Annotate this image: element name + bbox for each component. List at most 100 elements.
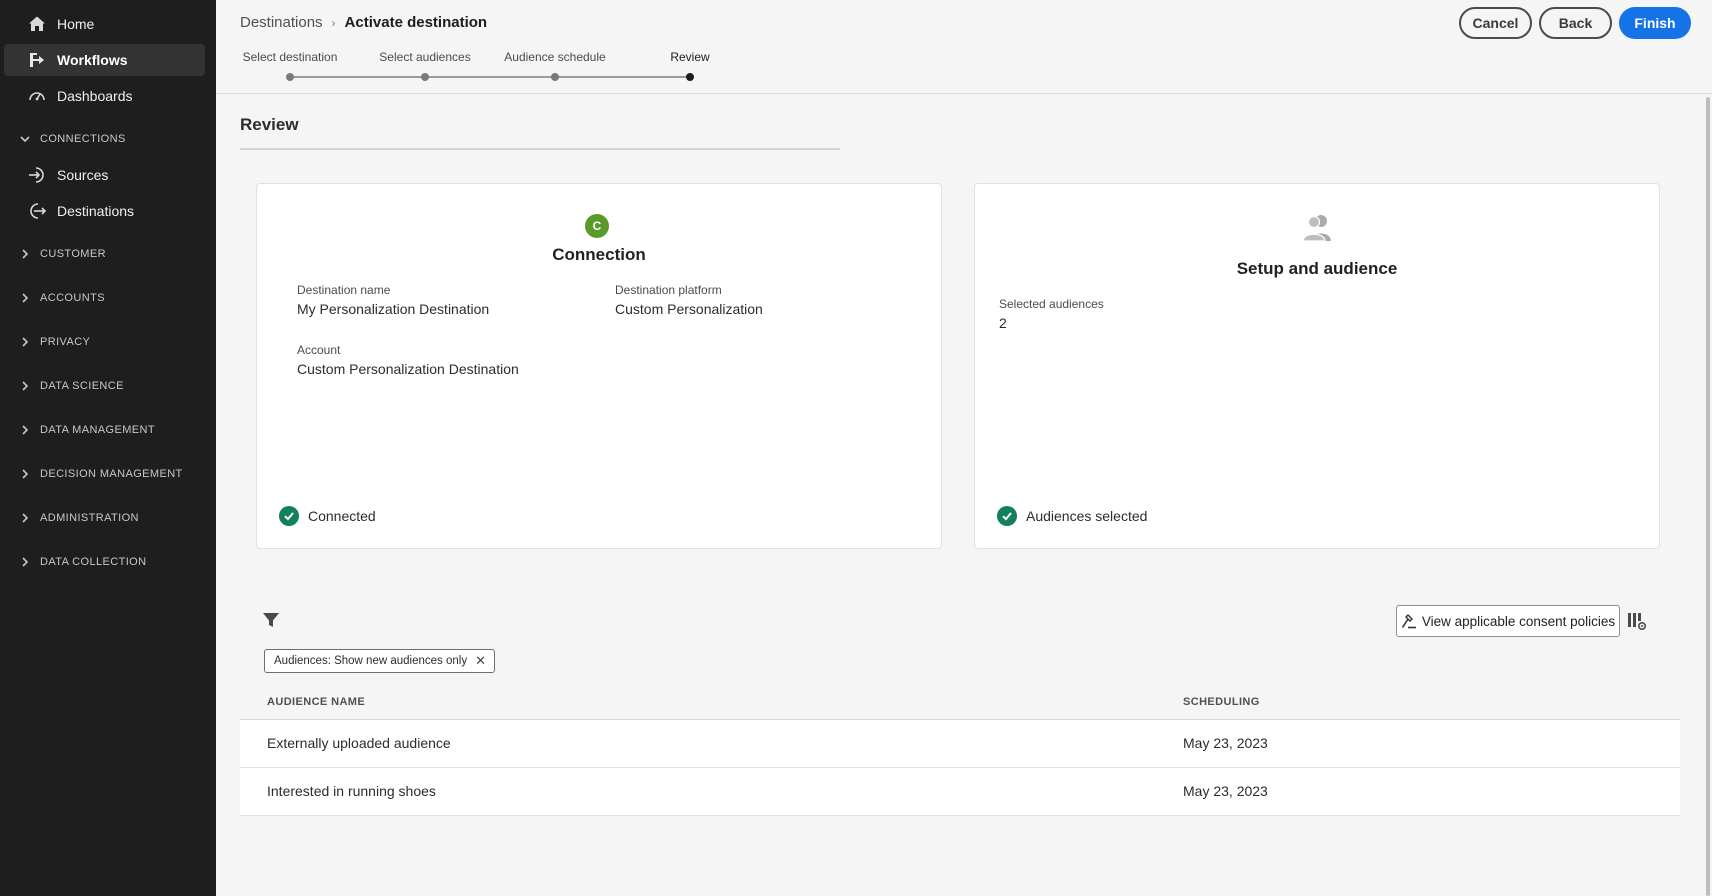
table-header: AUDIENCE NAME SCHEDULING — [240, 688, 1680, 720]
selected-audiences-value: 2 — [999, 315, 1007, 331]
connection-status: Connected — [279, 506, 376, 526]
account-value: Custom Personalization Destination — [297, 361, 519, 377]
section-title: Review — [240, 115, 299, 134]
sidebar-section-label: DECISION MANAGEMENT — [40, 468, 183, 480]
sidebar-section-privacy[interactable]: PRIVACY — [18, 332, 90, 352]
sidebar-item-dashboards[interactable]: Dashboards — [4, 80, 205, 112]
destination-name-label: Destination name — [297, 283, 391, 297]
sidebar-section-label: DATA COLLECTION — [40, 556, 147, 568]
destination-platform-value: Custom Personalization — [615, 301, 763, 317]
status-text: Audiences selected — [1026, 508, 1148, 524]
vertical-scrollbar[interactable] — [1705, 97, 1711, 896]
consent-button-label: View applicable consent policies — [1421, 613, 1616, 629]
sidebar-section-data-science[interactable]: DATA SCIENCE — [18, 376, 124, 396]
status-text: Connected — [308, 508, 376, 524]
sidebar-section-label: CUSTOMER — [40, 248, 106, 260]
checkmark-circle-icon — [997, 506, 1017, 526]
card-title: Connection — [552, 245, 646, 264]
audience-name-cell: Externally uploaded audience — [267, 735, 451, 751]
sidebar-section-connections[interactable]: CONNECTIONS — [18, 129, 126, 149]
sidebar-item-sources[interactable]: Sources — [4, 159, 205, 191]
scrollbar-thumb[interactable] — [1706, 97, 1710, 896]
sidebar-item-label: Home — [57, 16, 95, 32]
filter-icon[interactable] — [262, 611, 282, 631]
workflow-header: Destinations › Activate destination Canc… — [216, 0, 1712, 94]
sidebar-item-label: Destinations — [57, 203, 135, 219]
table-row[interactable]: Externally uploaded audience May 23, 202… — [240, 720, 1680, 768]
step-label-review: Review — [670, 50, 710, 64]
column-header-audience-name[interactable]: AUDIENCE NAME — [267, 696, 365, 708]
destination-logo-badge: C — [585, 214, 609, 238]
step-label-select-destination: Select destination — [242, 50, 338, 64]
sidebar-item-home[interactable]: Home — [4, 8, 205, 40]
main-content: Destinations › Activate destination Canc… — [216, 0, 1712, 896]
chevron-right-icon: › — [331, 15, 336, 30]
sidebar-section-accounts[interactable]: ACCOUNTS — [18, 288, 105, 308]
scheduling-cell: May 23, 2023 — [1183, 735, 1268, 751]
sidebar-item-label: Sources — [57, 167, 109, 183]
chevron-right-icon — [18, 379, 32, 393]
finish-button[interactable]: Finish — [1619, 7, 1691, 39]
divider — [240, 148, 840, 150]
connection-card: C Connection Destination name My Persona… — [256, 183, 942, 549]
sidebar-section-customer[interactable]: CUSTOMER — [18, 244, 106, 264]
sidebar-section-administration[interactable]: ADMINISTRATION — [18, 508, 139, 528]
chevron-down-icon — [18, 132, 32, 146]
sidebar-section-decision-management[interactable]: DECISION MANAGEMENT — [18, 464, 183, 484]
sidebar-item-workflows[interactable]: Workflows — [4, 44, 205, 76]
step-dot-current — [686, 73, 694, 81]
filter-chip[interactable]: Audiences: Show new audiences only ✕ — [264, 649, 495, 673]
column-header-scheduling[interactable]: SCHEDULING — [1183, 696, 1260, 708]
sidebar-section-label: DATA MANAGEMENT — [40, 424, 155, 436]
sidebar-item-label: Workflows — [57, 52, 128, 68]
page-title: Activate destination — [344, 14, 488, 31]
breadcrumb: Destinations › Activate destination — [240, 14, 487, 31]
users-icon — [1301, 213, 1335, 243]
workflow-icon — [27, 50, 47, 70]
stepper-track — [290, 76, 690, 78]
setup-audience-card: Setup and audience Selected audiences 2 … — [974, 183, 1660, 549]
table-row[interactable]: Interested in running shoes May 23, 2023 — [240, 768, 1680, 816]
dashboard-icon — [27, 86, 47, 106]
sidebar-item-destinations[interactable]: Destinations — [4, 195, 205, 227]
card-title: Setup and audience — [1236, 259, 1398, 278]
sidebar-section-data-collection[interactable]: DATA COLLECTION — [18, 552, 146, 572]
step-dot-completed[interactable] — [551, 73, 559, 81]
sidebar-section-label: ADMINISTRATION — [40, 512, 139, 524]
sidebar-section-label: ACCOUNTS — [40, 292, 105, 304]
destinations-icon — [27, 201, 47, 221]
destination-platform-label: Destination platform — [615, 283, 722, 297]
audiences-status: Audiences selected — [997, 506, 1147, 526]
chevron-right-icon — [18, 467, 32, 481]
column-settings-icon[interactable] — [1627, 611, 1647, 631]
chevron-right-icon — [18, 291, 32, 305]
cancel-button[interactable]: Cancel — [1459, 7, 1532, 39]
chevron-right-icon — [18, 511, 32, 525]
audience-table: AUDIENCE NAME SCHEDULING Externally uplo… — [240, 688, 1680, 816]
checkmark-circle-icon — [279, 506, 299, 526]
sidebar-section-label: DATA SCIENCE — [40, 380, 124, 392]
scheduling-cell: May 23, 2023 — [1183, 783, 1268, 799]
filter-chip-label: Audiences: Show new audiences only — [274, 655, 468, 667]
chevron-right-icon — [18, 247, 32, 261]
step-dot-completed[interactable] — [421, 73, 429, 81]
destination-name-value: My Personalization Destination — [297, 301, 490, 317]
sidebar-section-label: PRIVACY — [40, 336, 91, 348]
step-label-select-audiences: Select audiences — [379, 50, 471, 64]
step-label-audience-schedule: Audience schedule — [504, 50, 606, 64]
chevron-right-icon — [18, 423, 32, 437]
workflow-stepper: Select destination Select audiences Audi… — [240, 50, 710, 86]
chevron-right-icon — [18, 555, 32, 569]
chevron-right-icon — [18, 335, 32, 349]
audience-name-cell: Interested in running shoes — [267, 783, 436, 799]
step-dot-completed[interactable] — [286, 73, 294, 81]
home-icon — [27, 14, 47, 34]
sidebar-section-data-management[interactable]: DATA MANAGEMENT — [18, 420, 155, 440]
selected-audiences-label: Selected audiences — [999, 297, 1104, 311]
back-button[interactable]: Back — [1539, 7, 1612, 39]
sources-icon — [27, 165, 47, 185]
close-icon[interactable]: ✕ — [475, 653, 486, 669]
breadcrumb-destinations-link[interactable]: Destinations — [240, 14, 323, 31]
gavel-icon — [1401, 613, 1417, 629]
view-consent-policies-button[interactable]: View applicable consent policies — [1396, 605, 1620, 637]
